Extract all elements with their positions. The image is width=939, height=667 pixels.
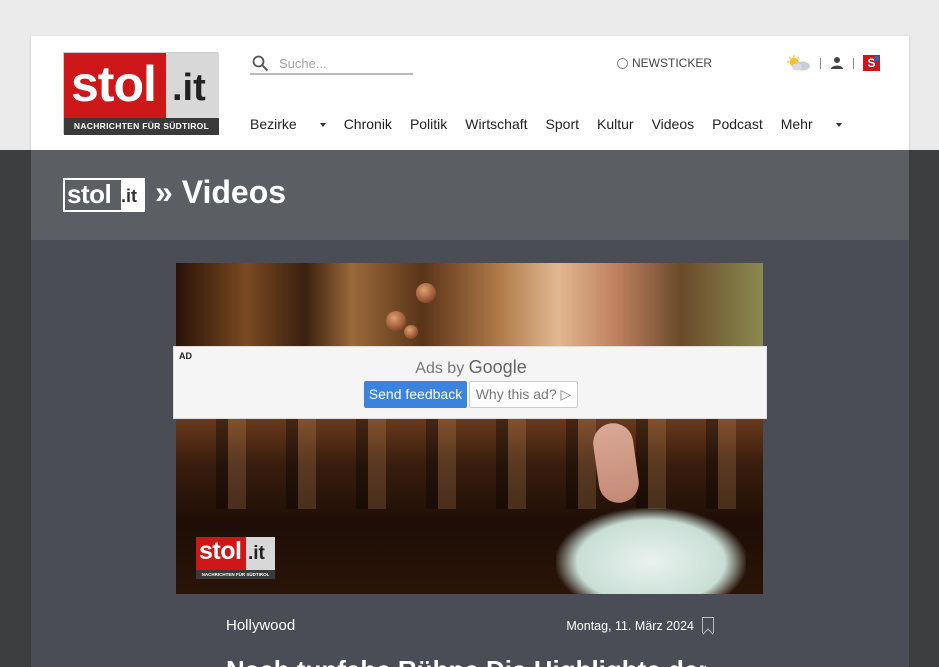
bookmark-icon[interactable] xyxy=(702,617,714,633)
page-title: » Videos xyxy=(155,174,287,210)
send-feedback-button[interactable]: Send feedback xyxy=(364,381,467,408)
nav-item-chronik[interactable]: Chronik xyxy=(344,116,392,132)
video-watermark-logo: stol .it NACHRICHTEN FÜR SÜDTIROL xyxy=(196,537,275,579)
search-icon[interactable] xyxy=(252,55,269,72)
nav-item-sport[interactable]: Sport xyxy=(546,116,579,132)
weather-icon[interactable] xyxy=(785,55,811,71)
ad-overlay: AD Ads by Google Send feedback Why this … xyxy=(173,346,767,419)
article-category[interactable]: Hollywood xyxy=(226,617,295,634)
video-player[interactable]: stol .it NACHRICHTEN FÜR SÜDTIROL xyxy=(176,263,763,594)
separator xyxy=(853,57,854,69)
nav-item-podcast[interactable]: Podcast xyxy=(712,116,763,132)
why-this-ad-button[interactable]: Why this ad? ▷ xyxy=(469,381,578,408)
nav-item-videos[interactable]: Videos xyxy=(652,116,695,132)
nav-item-bezirke[interactable]: Bezirke xyxy=(250,116,326,132)
banner-logo[interactable]: stol .it xyxy=(63,178,145,212)
logo-tagline: NACHRICHTEN FÜR SÜDTIROL xyxy=(64,118,219,135)
search-input[interactable]: Suche... xyxy=(250,53,413,75)
s-plus-icon[interactable]: S xyxy=(863,55,880,71)
banner-logo-brand: stol xyxy=(67,179,112,209)
main-nav: Bezirke Chronik Politik Wirtschaft Sport… xyxy=(250,116,860,132)
caret-down-icon xyxy=(835,123,842,128)
stage-light xyxy=(404,325,418,339)
ads-by-google: Ads by Google xyxy=(415,357,527,377)
article-headline[interactable]: Nach tunfehe Rühne Die Highlighte der Os xyxy=(226,655,706,667)
logo-brand: stol xyxy=(71,56,157,112)
clock-icon xyxy=(617,57,628,69)
site-header: stol .it NACHRICHTEN FÜR SÜDTIROL Suche.… xyxy=(31,36,909,150)
nav-item-politik[interactable]: Politik xyxy=(410,116,447,132)
nav-item-wirtschaft[interactable]: Wirtschaft xyxy=(465,116,527,132)
article-date: Montag, 11. März 2024 xyxy=(566,619,694,633)
logo-suffix: .it xyxy=(172,67,206,109)
nav-item-mehr[interactable]: Mehr xyxy=(781,116,842,132)
stage-light xyxy=(416,283,436,303)
search-placeholder: Suche... xyxy=(279,56,327,71)
dancer-dress xyxy=(556,508,746,594)
nav-item-kultur[interactable]: Kultur xyxy=(597,116,634,132)
site-logo[interactable]: stol .it NACHRICHTEN FÜR SÜDTIROL xyxy=(63,52,219,135)
header-icons: S xyxy=(785,55,880,71)
user-icon[interactable] xyxy=(830,56,844,70)
section-banner: stol .it » Videos xyxy=(31,150,909,240)
google-wordmark: Google xyxy=(468,357,527,377)
stage-pillars xyxy=(176,419,763,509)
newsticker-label: NEWSTICKER xyxy=(632,56,713,70)
separator xyxy=(820,57,821,69)
banner-logo-suffix: .it xyxy=(121,186,137,206)
newsticker-link[interactable]: NEWSTICKER xyxy=(617,56,712,70)
video-frame-top xyxy=(176,263,763,346)
stage-light xyxy=(386,311,406,331)
caret-down-icon xyxy=(319,123,326,128)
